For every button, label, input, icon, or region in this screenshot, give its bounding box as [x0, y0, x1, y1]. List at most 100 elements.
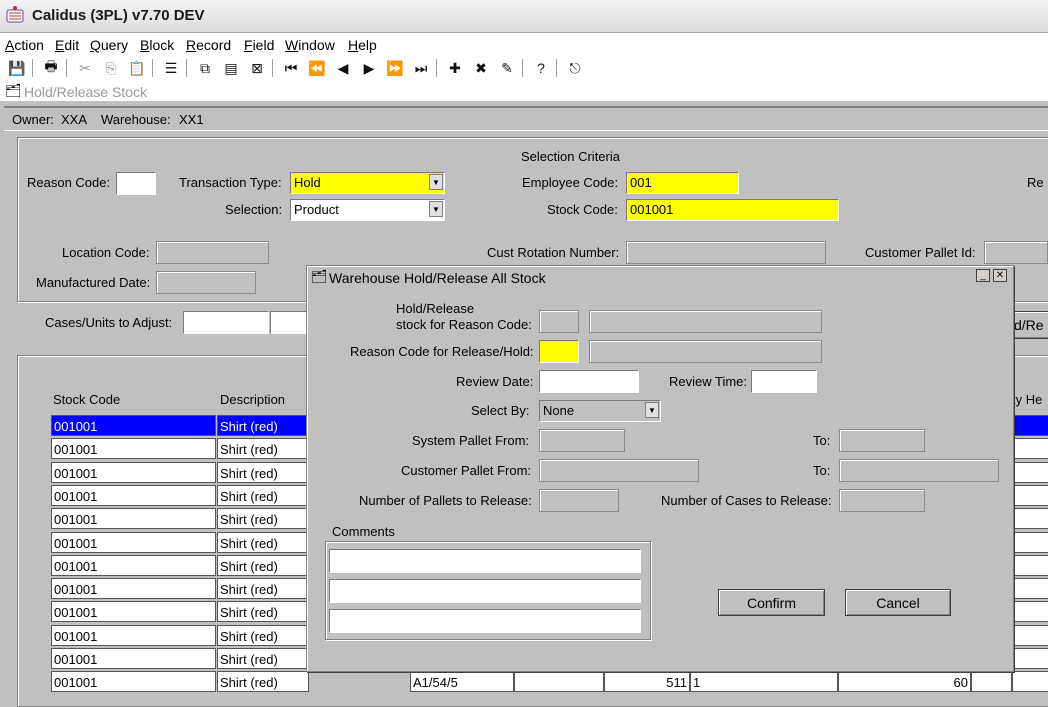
- chevron-down-icon[interactable]: ▼: [429, 201, 443, 217]
- customer-pallet-id-field[interactable]: [984, 241, 1048, 264]
- review-time-field[interactable]: [751, 370, 817, 393]
- grid-cell-right[interactable]: [1012, 671, 1048, 692]
- employee-code-field[interactable]: 001: [626, 172, 739, 194]
- grid-cell-desc[interactable]: Shirt (red): [217, 462, 309, 483]
- reason-code-for-stock-field[interactable]: [539, 310, 579, 333]
- grid-cell-right[interactable]: [1012, 415, 1048, 436]
- next-record-icon[interactable]: ▶: [360, 59, 378, 77]
- reason-code-for-stock-desc[interactable]: [589, 310, 822, 333]
- grid-cell-stock[interactable]: 001001: [51, 415, 216, 436]
- manufactured-date-field[interactable]: [156, 271, 256, 294]
- execute-query-icon[interactable]: ▤: [222, 59, 240, 77]
- customer-pallet-from-field[interactable]: [539, 459, 699, 482]
- selection-select[interactable]: Product ▼: [290, 199, 445, 221]
- grid-cell-right[interactable]: [1012, 532, 1048, 553]
- review-date-field[interactable]: [539, 370, 639, 393]
- reason-code-field[interactable]: [116, 172, 156, 195]
- cancel-button[interactable]: Cancel: [845, 589, 951, 616]
- enter-query-icon[interactable]: ⧉: [196, 59, 214, 77]
- hold-release-button[interactable]: d/Re: [1012, 311, 1048, 339]
- comment-line-2[interactable]: [329, 579, 641, 603]
- grid-cell-qty[interactable]: 511: [604, 671, 690, 692]
- grid-cell-desc[interactable]: Shirt (red): [217, 485, 309, 506]
- insert-record-icon[interactable]: ✚: [446, 59, 464, 77]
- grid-cell-desc[interactable]: Shirt (red): [217, 555, 309, 576]
- chevron-down-icon[interactable]: ▼: [645, 402, 659, 418]
- grid-cell-right[interactable]: [1012, 438, 1048, 459]
- grid-cell-right[interactable]: [1012, 485, 1048, 506]
- customer-pallet-to-field[interactable]: [839, 459, 999, 482]
- grid-cell-desc[interactable]: Shirt (red): [217, 508, 309, 529]
- grid-cell-right[interactable]: [1012, 625, 1048, 646]
- grid-cell-right[interactable]: [1012, 648, 1048, 669]
- previous-block-icon[interactable]: ⏪: [308, 59, 326, 77]
- delete-record-icon[interactable]: ✖: [472, 59, 490, 77]
- menu-field[interactable]: Field: [244, 37, 274, 53]
- grid-cell-empty1[interactable]: [514, 671, 604, 692]
- next-block-icon[interactable]: ⏩: [386, 59, 404, 77]
- transaction-type-select[interactable]: Hold ▼: [290, 172, 445, 194]
- grid-cell-right[interactable]: [1012, 462, 1048, 483]
- grid-cell-desc[interactable]: Shirt (red): [217, 671, 309, 692]
- grid-cell-right[interactable]: [1012, 555, 1048, 576]
- reason-release-hold-desc[interactable]: [589, 340, 822, 363]
- menu-window[interactable]: Window: [285, 37, 335, 53]
- minimize-icon[interactable]: _: [976, 269, 990, 282]
- system-pallet-from-field[interactable]: [539, 429, 625, 452]
- grid-cell-stock[interactable]: 001001: [51, 438, 216, 459]
- previous-record-icon[interactable]: ◀: [334, 59, 352, 77]
- grid-cell-stock[interactable]: 001001: [51, 601, 216, 622]
- grid-cell-stock[interactable]: 001001: [51, 485, 216, 506]
- grid-cell-right[interactable]: [1012, 578, 1048, 599]
- confirm-button[interactable]: Confirm: [718, 589, 825, 616]
- grid-cell-desc[interactable]: Shirt (red): [217, 648, 309, 669]
- system-pallet-to-field[interactable]: [839, 429, 925, 452]
- print-icon[interactable]: 🖶: [42, 58, 60, 77]
- grid-cell-right[interactable]: [1012, 601, 1048, 622]
- menu-record[interactable]: Record: [186, 37, 231, 53]
- grid-cell-desc[interactable]: Shirt (red): [217, 415, 309, 436]
- grid-cell-stock[interactable]: 001001: [51, 555, 216, 576]
- cancel-query-icon[interactable]: ⊠: [248, 59, 266, 77]
- grid-cell-location[interactable]: A1/54/5: [410, 671, 514, 692]
- comment-line-1[interactable]: [329, 549, 641, 573]
- last-record-icon[interactable]: ⏭: [412, 59, 430, 77]
- grid-cell-desc[interactable]: Shirt (red): [217, 625, 309, 646]
- grid-cell-col7[interactable]: 60: [838, 671, 971, 692]
- grid-cell-empty2[interactable]: [971, 671, 1012, 692]
- menu-query[interactable]: Query: [90, 37, 128, 53]
- grid-cell-stock[interactable]: 001001: [51, 648, 216, 669]
- grid-cell-stock[interactable]: 001001: [51, 671, 216, 692]
- num-pallets-field[interactable]: [539, 489, 619, 512]
- grid-cell-desc[interactable]: Shirt (red): [217, 532, 309, 553]
- cust-rotation-field[interactable]: [626, 241, 826, 264]
- paste-icon[interactable]: 📋: [128, 59, 146, 77]
- location-code-field[interactable]: [156, 241, 269, 264]
- cases-units-field[interactable]: [183, 311, 269, 334]
- grid-cell-right[interactable]: [1012, 508, 1048, 529]
- menu-block[interactable]: Block: [140, 37, 174, 53]
- menu-edit[interactable]: Edit: [55, 37, 79, 53]
- grid-cell-stock[interactable]: 001001: [51, 462, 216, 483]
- menu-action[interactable]: Action: [5, 37, 44, 53]
- stock-code-field[interactable]: 001001: [626, 199, 839, 221]
- reason-release-hold-field[interactable]: [539, 340, 579, 363]
- grid-cell-stock[interactable]: 001001: [51, 578, 216, 599]
- grid-cell-col6[interactable]: 1: [690, 671, 838, 692]
- comment-line-3[interactable]: [329, 609, 641, 633]
- grid-cell-stock[interactable]: 001001: [51, 508, 216, 529]
- clear-record-icon[interactable]: ✎: [498, 59, 516, 77]
- close-icon[interactable]: ✕: [993, 269, 1007, 282]
- chevron-down-icon[interactable]: ▼: [429, 174, 443, 190]
- cut-icon[interactable]: ✂: [76, 59, 94, 77]
- list-icon[interactable]: ☰: [162, 59, 180, 77]
- grid-cell-desc[interactable]: Shirt (red): [217, 578, 309, 599]
- first-record-icon[interactable]: ⏮: [282, 59, 300, 77]
- select-by-select[interactable]: None ▼: [539, 400, 661, 422]
- grid-cell-desc[interactable]: Shirt (red): [217, 601, 309, 622]
- help-icon[interactable]: ?: [532, 59, 550, 77]
- grid-cell-desc[interactable]: Shirt (red): [217, 438, 309, 459]
- num-cases-field[interactable]: [839, 489, 925, 512]
- grid-cell-stock[interactable]: 001001: [51, 532, 216, 553]
- menu-help[interactable]: Help: [348, 37, 377, 53]
